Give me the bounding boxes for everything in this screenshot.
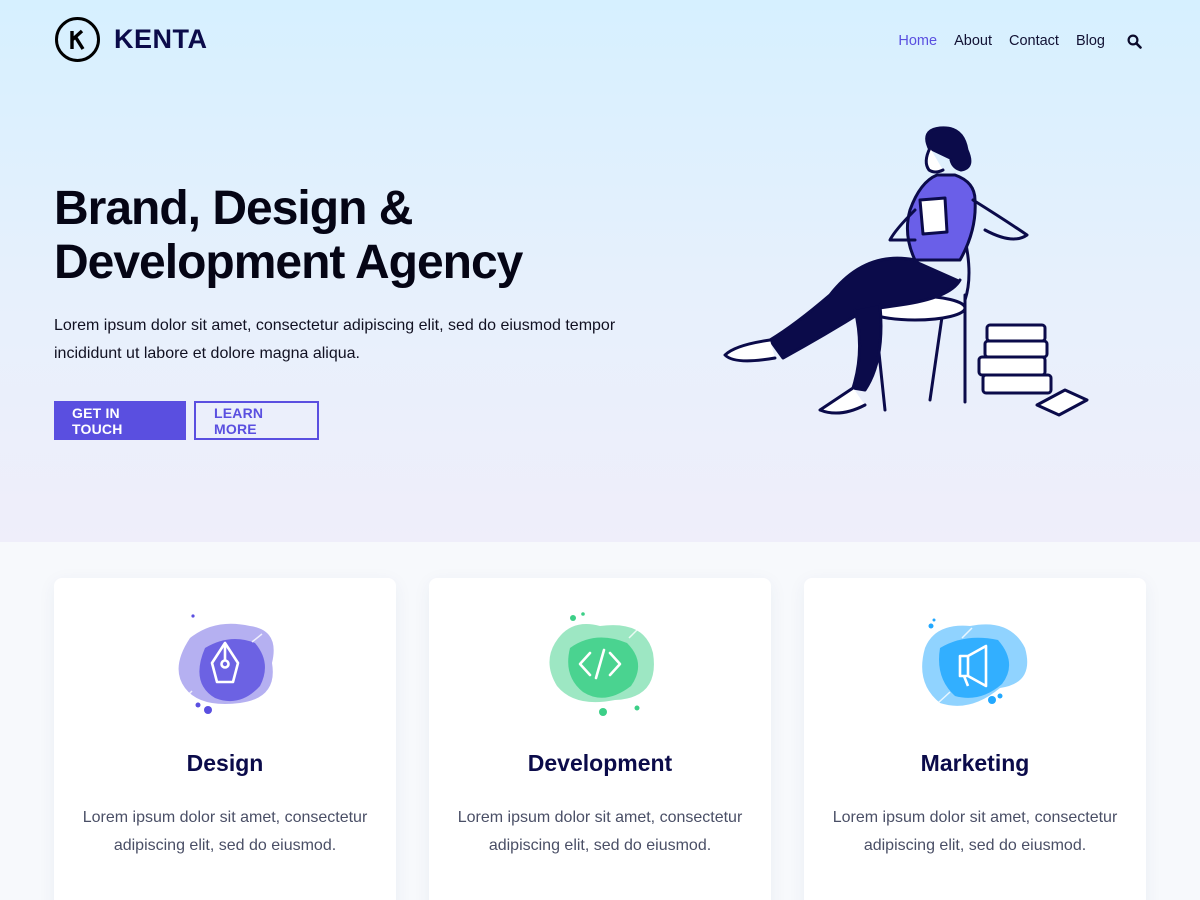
service-title: Development [527,750,673,776]
get-in-touch-button[interactable]: GET IN TOUCH [54,401,186,440]
pen-nib-icon [54,608,396,728]
nav-home[interactable]: Home [898,31,937,51]
search-icon[interactable] [1127,31,1145,51]
service-card-development: Development Lorem ipsum dolor sit amet, … [429,578,771,900]
service-card-design: Design Lorem ipsum dolor sit amet, conse… [54,578,396,900]
megaphone-icon [804,608,1146,728]
headline-line-1: Brand, Design & [54,182,413,235]
hero-section: KENTA Home About Contact Blog Brand, Des… [0,0,1200,542]
logo-k-icon [55,17,100,62]
headline-line-2: Development Agency [54,236,523,289]
reading-person-illustration [723,126,1089,417]
service-title: Marketing [920,750,1030,776]
service-text: Lorem ipsum dolor sit amet, consectetur … [457,809,743,854]
main-nav: Home About Contact Blog [881,31,1145,51]
service-card-marketing: Marketing Lorem ipsum dolor sit amet, co… [804,578,1146,900]
nav-blog[interactable]: Blog [1076,31,1105,51]
nav-contact[interactable]: Contact [1009,31,1059,51]
service-title: Design [186,750,264,776]
code-icon [429,608,771,728]
service-text: Lorem ipsum dolor sit amet, consectetur … [82,809,368,854]
brand-name: KENTA [114,24,208,54]
nav-about[interactable]: About [954,31,992,51]
site-logo[interactable]: KENTA [55,17,208,62]
hero-headline: Brand, Design & Development Agency [54,182,614,290]
learn-more-button[interactable]: LEARN MORE [194,401,319,440]
hero-description: Lorem ipsum dolor sit amet, consectetur … [54,317,616,362]
services-section: Design Lorem ipsum dolor sit amet, conse… [54,578,1146,900]
service-text: Lorem ipsum dolor sit amet, consectetur … [832,809,1118,854]
